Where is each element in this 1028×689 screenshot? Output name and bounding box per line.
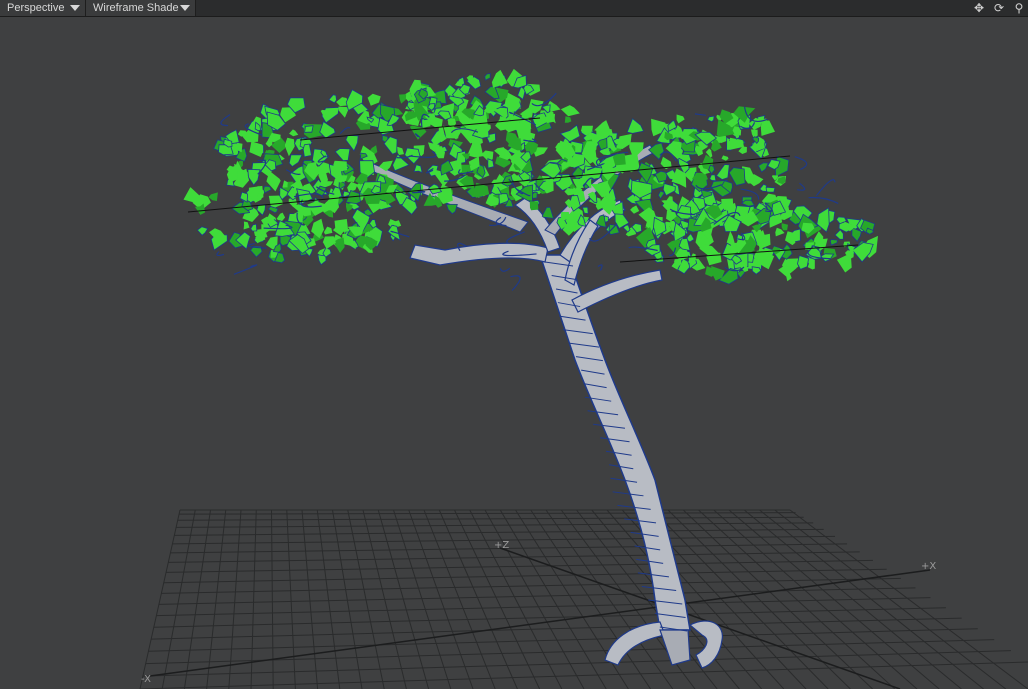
viewport-toolbar: Perspective Wireframe Shade ✥ ⟳ ⚲ <box>0 0 1028 17</box>
scene-canvas[interactable]: +Z +X -X <box>0 17 1028 689</box>
axis-label-x-neg: -X <box>141 674 151 685</box>
shading-mode-dropdown[interactable]: Wireframe Shade <box>86 0 196 16</box>
rotate-view-icon[interactable]: ⟳ <box>990 0 1008 16</box>
chevron-down-icon <box>70 5 80 11</box>
view-mode-dropdown[interactable]: Perspective <box>0 0 86 16</box>
axis-label-x-pos: +X <box>921 561 936 572</box>
zoom-view-icon[interactable]: ⚲ <box>1010 0 1028 16</box>
axis-label-z: +Z <box>494 540 509 551</box>
shading-mode-label: Wireframe Shade <box>93 2 179 14</box>
chevron-down-icon <box>180 5 190 11</box>
move-view-icon[interactable]: ✥ <box>970 0 988 16</box>
perspective-viewport[interactable]: Perspective Wireframe Shade ✥ ⟳ ⚲ +Z +X … <box>0 0 1028 689</box>
view-mode-label: Perspective <box>7 2 65 14</box>
ground-grid <box>139 509 1028 689</box>
